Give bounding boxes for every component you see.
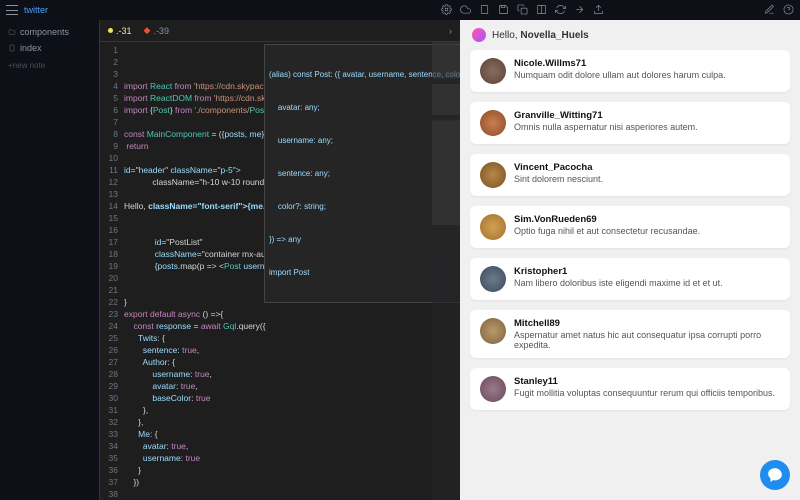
tab-file-2[interactable]: ◆.-39 <box>144 25 169 36</box>
project-name[interactable]: twitter <box>24 5 48 15</box>
chat-icon <box>767 467 783 483</box>
file-icon[interactable] <box>479 4 490 17</box>
post-author: Granville_Witting71 <box>514 110 698 121</box>
post-author: Kristopher1 <box>514 266 723 277</box>
post-text: Omnis nulla aspernatur nisi asperiores a… <box>514 122 698 132</box>
current-user: Novella_Huels <box>520 30 588 41</box>
help-icon[interactable] <box>783 4 794 17</box>
md-dot-icon: ◆ <box>144 25 151 36</box>
sidebar-item-label: components <box>20 27 69 37</box>
folder-icon <box>8 28 16 36</box>
preview-header: Hello, Novella_Huels <box>460 20 800 50</box>
post-text: Nam libero doloribus iste eligendi maxim… <box>514 278 723 288</box>
arrow-right-icon[interactable] <box>574 4 585 17</box>
intellisense-popup: (alias) const Post: ({ avatar, username,… <box>264 44 460 303</box>
post-card: Granville_Witting71Omnis nulla aspernatu… <box>470 102 790 144</box>
file-icon <box>8 44 16 52</box>
sidebar-item-label: index <box>20 43 42 53</box>
avatar <box>480 376 506 402</box>
code-lines: import React from 'https://cdn.skypack.d… <box>124 42 460 500</box>
post-text: Aspernatur amet natus hic aut consequatu… <box>514 330 780 350</box>
avatar <box>480 162 506 188</box>
topright-controls <box>764 4 794 17</box>
post-author: Vincent_Pacocha <box>514 162 603 173</box>
cloud-icon[interactable] <box>460 4 471 17</box>
topbar: twitter <box>0 0 800 20</box>
post-card: Nicole.Willms71Numquam odit dolore ullam… <box>470 50 790 92</box>
post-author: Mitchell89 <box>514 318 780 329</box>
post-author: Sim.VonRueden69 <box>514 214 700 225</box>
upload-icon[interactable] <box>593 4 604 17</box>
post-card: Kristopher1Nam libero doloribus iste eli… <box>470 258 790 300</box>
avatar <box>472 28 486 42</box>
sidebar-item-index[interactable]: index <box>0 40 99 56</box>
main-area: components index +new note .-31 ◆.-39 › … <box>0 20 800 500</box>
toolbar <box>441 4 604 17</box>
file-sidebar: components index +new note <box>0 20 100 500</box>
avatar <box>480 110 506 136</box>
layout-icon[interactable] <box>536 4 547 17</box>
post-author: Nicole.Willms71 <box>514 58 726 69</box>
save-icon[interactable] <box>498 4 509 17</box>
post-card: Stanley11Fugit mollitia voluptas consequ… <box>470 368 790 410</box>
avatar <box>480 58 506 84</box>
avatar <box>480 318 506 344</box>
tab-file-1[interactable]: .-31 <box>108 26 132 36</box>
js-dot-icon <box>108 28 113 33</box>
editor-pane: .-31 ◆.-39 › 123456789101112131415161718… <box>100 20 460 500</box>
post-text: Fugit mollitia voluptas consequuntur rer… <box>514 388 775 398</box>
post-card: Vincent_PacochaSint dolorem nesciunt. <box>470 154 790 196</box>
sidebar-item-components[interactable]: components <box>0 24 99 40</box>
post-list[interactable]: Nicole.Willms71Numquam odit dolore ullam… <box>460 50 800 500</box>
copy-icon[interactable] <box>517 4 528 17</box>
post-card: Mitchell89Aspernatur amet natus hic aut … <box>470 310 790 358</box>
intercom-button[interactable] <box>760 460 790 490</box>
avatar <box>480 214 506 240</box>
tabs-overflow-icon[interactable]: › <box>449 26 452 36</box>
post-author: Stanley11 <box>514 376 775 387</box>
avatar <box>480 266 506 292</box>
menu-icon[interactable] <box>6 5 18 15</box>
post-text: Sint dolorem nesciunt. <box>514 174 603 184</box>
code-editor[interactable]: 1234567891011121314151617181920212223242… <box>100 42 460 500</box>
refresh-icon[interactable] <box>555 4 566 17</box>
line-gutter: 1234567891011121314151617181920212223242… <box>100 42 124 500</box>
new-note-button[interactable]: +new note <box>0 58 99 73</box>
editor-tabs: .-31 ◆.-39 › <box>100 20 460 42</box>
preview-pane: Hello, Novella_Huels Nicole.Willms71Numq… <box>460 20 800 500</box>
edit-icon[interactable] <box>764 4 775 17</box>
gear-icon[interactable] <box>441 4 452 17</box>
post-text: Optio fuga nihil et aut consectetur recu… <box>514 226 700 236</box>
minimap[interactable] <box>432 42 460 500</box>
post-text: Numquam odit dolore ullam aut dolores ha… <box>514 70 726 80</box>
post-card: Sim.VonRueden69Optio fuga nihil et aut c… <box>470 206 790 248</box>
